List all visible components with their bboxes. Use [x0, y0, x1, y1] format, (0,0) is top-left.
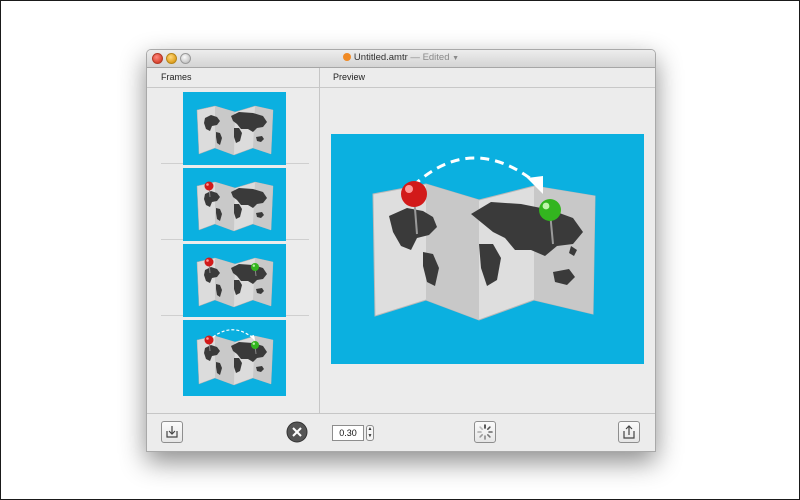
duration-stepper[interactable]: ▲ ▼ — [366, 425, 374, 441]
import-button[interactable] — [161, 421, 183, 443]
panel-header-row: Frames Preview — [147, 68, 655, 88]
bottom-toolbar: 0.30 ▲ ▼ — [147, 413, 655, 451]
app-window: Untitled.amtr — Edited ▼ Frames Preview — [146, 49, 656, 452]
preview-image — [331, 134, 644, 364]
frame-row[interactable] — [161, 316, 309, 396]
import-icon — [166, 426, 178, 438]
frame-thumbnail[interactable] — [183, 320, 286, 396]
chevron-down-icon[interactable]: ▼ — [452, 55, 459, 62]
remove-frame-button[interactable] — [286, 421, 308, 443]
frame-row[interactable] — [161, 88, 309, 165]
frame-row[interactable] — [161, 164, 309, 241]
frame-thumbnail[interactable] — [183, 92, 286, 165]
document-icon — [342, 53, 351, 61]
share-icon — [623, 425, 635, 439]
preview-header: Preview — [333, 72, 366, 82]
preview-area — [320, 88, 655, 413]
remove-icon — [286, 421, 308, 443]
share-button[interactable] — [618, 421, 640, 443]
window-title-text: Untitled.amtr — [353, 52, 408, 63]
edited-label[interactable]: Edited — [423, 52, 450, 63]
title-bar[interactable]: Untitled.amtr — Edited ▼ — [147, 50, 655, 68]
frame-thumbnail[interactable] — [183, 168, 286, 241]
duration-field[interactable]: 0.30 — [332, 425, 364, 441]
preview-activity-button[interactable] — [474, 421, 496, 443]
frame-row[interactable] — [161, 240, 309, 317]
stepper-up-icon[interactable]: ▲ — [367, 426, 373, 433]
frames-list[interactable] — [147, 88, 319, 413]
window-title: Untitled.amtr — Edited ▼ — [147, 52, 655, 63]
stepper-down-icon[interactable]: ▼ — [367, 433, 373, 440]
frames-header: Frames — [161, 72, 192, 82]
frame-thumbnail[interactable] — [183, 244, 286, 317]
spinner-icon — [477, 424, 493, 440]
